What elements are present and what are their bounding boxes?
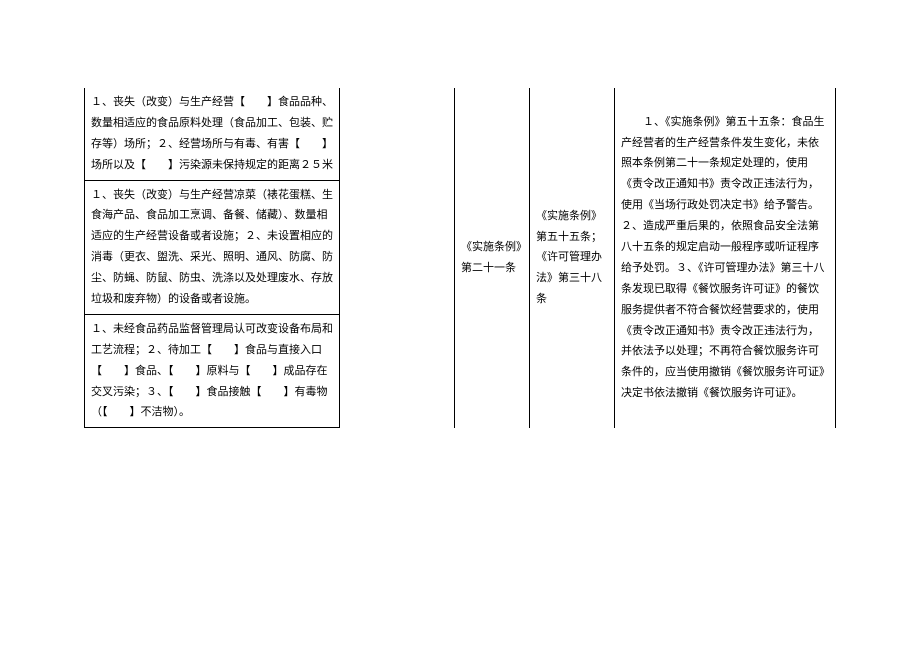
cell-detail: １、《实施条例》第五十五条：食品生产经营者的生产经营条件发生变化，未依照本条例第… [615, 88, 836, 428]
cell-empty [340, 88, 455, 428]
cell-description-3: １、未经食品药品监督管理局认可改变设备布局和工艺流程；２、待加工【 】食品与直接… [85, 314, 340, 427]
cell-article-ref: 《实施条例》第五十五条；《许可管理办法》第三十八条 [530, 88, 615, 428]
cell-description-2: １、丧失（改变）与生产经营凉菜（裱花蛋糕、生食海产品、食品加工烹调、备餐、储藏）… [85, 180, 340, 314]
cell-description-1: １、丧失（改变）与生产经营【 】食品品种、数量相适应的食品原料处理（食品加工、包… [85, 88, 340, 180]
table-row: １、丧失（改变）与生产经营【 】食品品种、数量相适应的食品原料处理（食品加工、包… [85, 88, 836, 180]
regulation-table: １、丧失（改变）与生产经营【 】食品品种、数量相适应的食品原料处理（食品加工、包… [84, 88, 836, 428]
cell-regulation-ref: 《实施条例》第二十一条 [455, 88, 530, 428]
